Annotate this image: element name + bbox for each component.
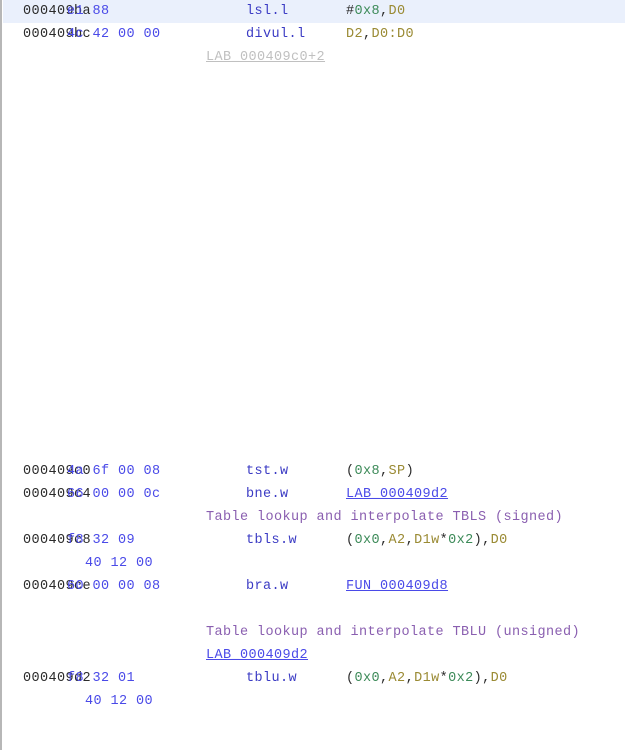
operand-register: D0:D0 [371,27,415,42]
instruction-bytes: e1 88 [67,4,110,19]
operand-number: 0x8 [354,4,381,19]
operand-punctuation: , [405,671,415,686]
instruction-mnemonic[interactable]: tbls.w [246,529,297,552]
operand-number: 0x8 [354,464,381,479]
operand-punctuation: ) [473,671,483,686]
operand-register: D0 [490,533,508,548]
operand-punctuation: , [363,27,372,42]
listing-row [3,253,625,276]
listing-row [3,299,625,322]
listing-row [3,345,625,368]
listing-row[interactable]: 000409c4 66 00 00 0c bne.w LAB_000409d2 [3,483,625,506]
listing-row[interactable]: Table lookup and interpolate TBLU (unsig… [3,621,625,644]
instruction-bytes-continuation: 40 12 00 [85,556,154,571]
operand-punctuation: ( [346,533,355,548]
operand-register: D0 [388,4,406,19]
listing-row[interactable]: 40 12 00 [3,552,625,575]
instruction-mnemonic[interactable]: tblu.w [246,667,297,690]
operand-punctuation: * [439,671,449,686]
operand-punctuation: * [439,533,449,548]
listing-row[interactable]: 40 12 00 [3,690,625,713]
operand-reference[interactable]: FUN_000409d8 [346,579,448,594]
instruction-mnemonic[interactable]: bra.w [246,575,289,598]
listing-row [3,414,625,437]
operand-punctuation: ) [473,533,483,548]
operand-punctuation: , [482,671,491,686]
operand-punctuation: ) [405,464,415,479]
operand-punctuation: , [380,533,389,548]
instruction-mnemonic[interactable]: bne.w [246,483,289,506]
listing-row [3,138,625,161]
instruction-comment: Table lookup and interpolate TBLS (signe… [206,510,564,525]
listing-row [3,598,625,621]
operand-number: 0x0 [354,533,381,548]
instruction-operands[interactable]: (0x8,SP) [346,460,414,483]
operand-register: A2 [388,671,406,686]
code-label[interactable]: LAB_000409d2 [206,644,308,667]
operand-reference[interactable]: LAB_000409d2 [346,487,448,502]
instruction-mnemonic[interactable]: divul.l [246,23,306,46]
listing-row [3,184,625,207]
operand-punctuation: , [380,4,389,19]
operand-register: A2 [388,533,406,548]
instruction-operands[interactable]: D2,D0:D0 [346,23,414,46]
listing-row[interactable]: 000409c0 4a 6f 00 08 tst.w (0x8,SP) [3,460,625,483]
instruction-bytes-continuation: 40 12 00 [85,694,154,709]
operand-register: D1w [414,533,440,548]
operand-punctuation: ( [346,671,355,686]
instruction-bytes: f8 32 09 [67,533,136,548]
operand-punctuation: , [380,464,389,479]
listing-row [3,322,625,345]
listing-row[interactable]: 000409c8 f8 32 09 tbls.w (0x0,A2,D1w*0x2),D… [3,529,625,552]
operand-number: 0x2 [448,533,474,548]
instruction-mnemonic[interactable]: lsl.l [246,0,289,23]
code-label-faint[interactable]: LAB_000409c0+2 [206,46,325,69]
operand-punctuation: , [380,671,389,686]
instruction-operands[interactable]: #0x8,D0 [346,0,406,23]
instruction-bytes: 4c 42 00 00 [67,27,161,42]
listing-row[interactable]: 000409ba e1 88 lsl.l #0x8,D0 [3,0,625,23]
listing-row [3,368,625,391]
operand-register: D1w [414,671,440,686]
operand-number: 0x2 [448,671,474,686]
operand-register: D2 [346,27,364,42]
disassembly-listing[interactable]: 000409ba e1 88 lsl.l #0x8,D0 000409bc 4c 42 0… [0,0,625,750]
listing-row[interactable]: 000409ce 60 00 00 08 bra.w FUN_000409d8 [3,575,625,598]
instruction-operands[interactable]: LAB_000409d2 [346,483,448,506]
listing-row[interactable]: Table lookup and interpolate TBLS (signe… [3,506,625,529]
operand-register: SP [388,464,406,479]
instruction-bytes: 4a 6f 00 08 [67,464,161,479]
instruction-operands[interactable]: (0x0,A2,D1w*0x2),D0 [346,529,508,552]
operand-register: D0 [490,671,508,686]
operand-punctuation: ( [346,464,355,479]
instruction-bytes: 66 00 00 0c [67,487,161,502]
listing-row [3,207,625,230]
listing-row[interactable]: 000409d2 f8 32 01 tblu.w (0x0,A2,D1w*0x2),D… [3,667,625,690]
listing-row[interactable]: LAB_000409c0+2 [3,46,625,69]
operand-punctuation: # [346,4,355,19]
listing-row[interactable]: 000409bc 4c 42 00 00 divul.l D2,D0:D0 [3,23,625,46]
listing-row [3,92,625,115]
instruction-bytes: f8 32 01 [67,671,136,686]
listing-row [3,391,625,414]
operand-punctuation: , [482,533,491,548]
listing-row [3,230,625,253]
instruction-mnemonic[interactable]: tst.w [246,460,289,483]
listing-row [3,276,625,299]
instruction-operands[interactable]: FUN_000409d8 [346,575,448,598]
listing-row [3,69,625,92]
instruction-comment: Table lookup and interpolate TBLU (unsig… [206,625,581,640]
operand-number: 0x0 [354,671,381,686]
operand-punctuation: , [405,533,415,548]
listing-row[interactable]: LAB_000409d2 [3,644,625,667]
listing-row [3,437,625,460]
instruction-bytes: 60 00 00 08 [67,579,161,594]
listing-row [3,115,625,138]
listing-row [3,161,625,184]
instruction-operands[interactable]: (0x0,A2,D1w*0x2),D0 [346,667,508,690]
